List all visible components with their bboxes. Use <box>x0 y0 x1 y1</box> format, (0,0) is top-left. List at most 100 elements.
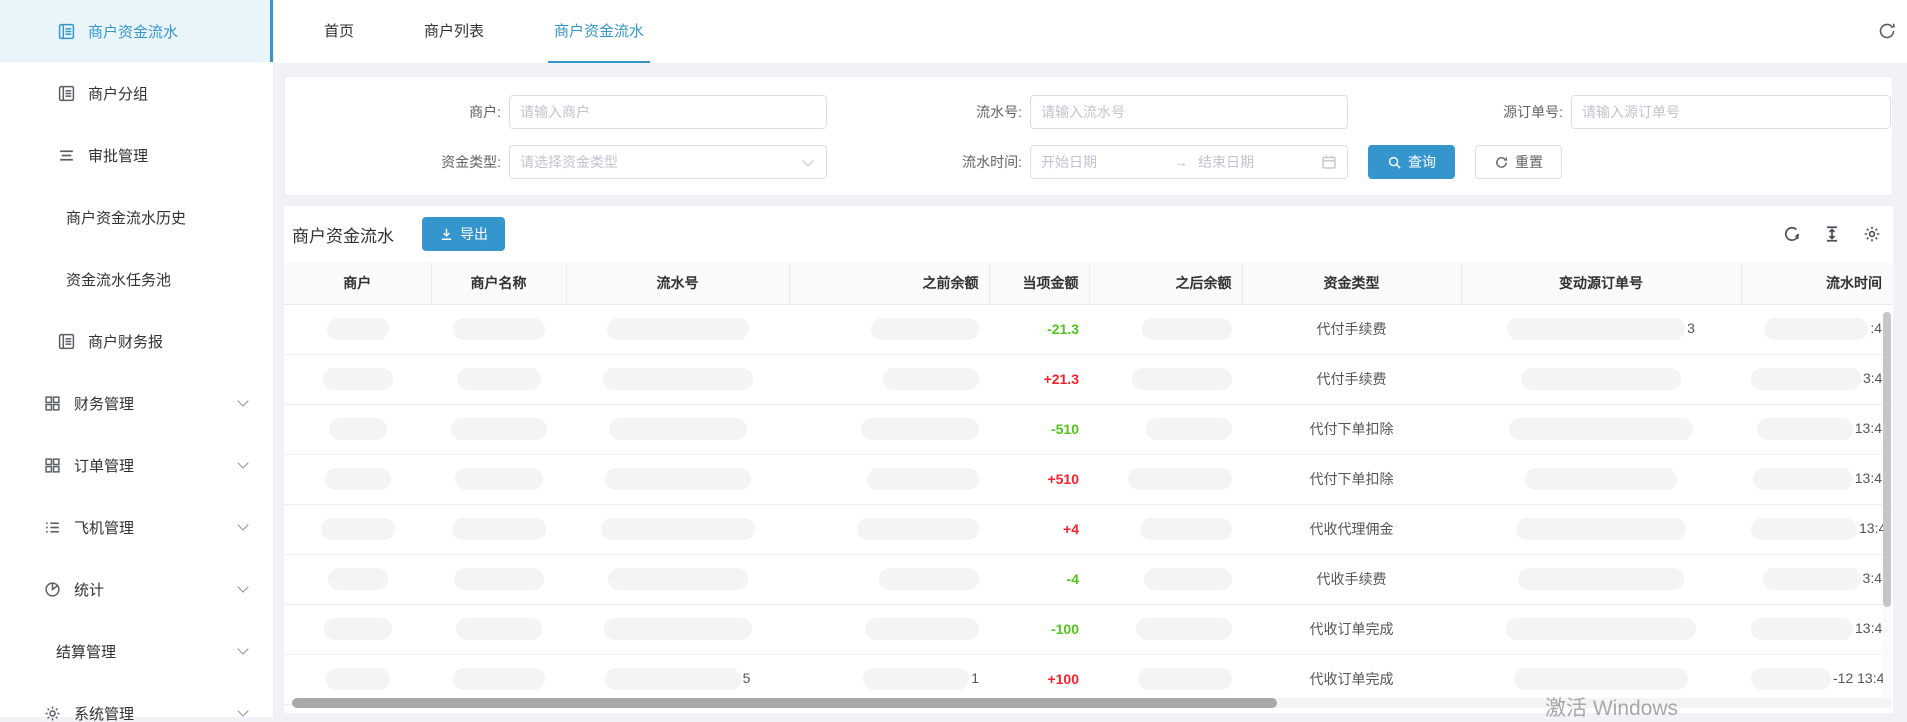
sidebar-item-label: 财务管理 <box>74 393 134 414</box>
vertical-scrollbar-thumb[interactable] <box>1883 312 1891 607</box>
table-list-icon <box>58 333 75 350</box>
redacted-merchant <box>328 568 388 590</box>
col-prev-balance: 之前余额 <box>789 262 989 304</box>
sidebar-item-label: 商户财务报 <box>88 331 163 352</box>
redacted-merchant <box>326 668 390 690</box>
sidebar-item-label: 商户资金流水历史 <box>66 207 186 228</box>
settings-gear-icon[interactable] <box>1863 225 1881 243</box>
redacted-merchant <box>329 418 387 440</box>
list-ul-icon <box>44 519 61 536</box>
pie-chart-icon <box>44 581 61 598</box>
column-height-icon[interactable] <box>1823 225 1841 243</box>
filter-source-order: 源订单号: <box>1348 95 1891 129</box>
horizontal-scrollbar-thumb[interactable] <box>292 698 1277 708</box>
redacted-source-order <box>1507 318 1685 340</box>
redacted-merchant <box>321 518 395 540</box>
search-button[interactable]: 查询 <box>1368 145 1455 179</box>
sidebar-item-plane-management[interactable]: 飞机管理 <box>0 496 273 558</box>
sidebar-item-merchant-group[interactable]: 商户分组 <box>0 62 273 124</box>
sidebar-item-fund-flow-task-pool[interactable]: 资金流水任务池 <box>0 248 273 310</box>
redacted-merchant-name <box>451 418 547 440</box>
sidebar-item-fund-flow-history[interactable]: 商户资金流水历史 <box>0 186 273 248</box>
flow-time-label: 流水时间: <box>827 152 1030 172</box>
flow-time-range-picker[interactable]: 开始日期 → 结束日期 <box>1030 145 1348 179</box>
download-icon <box>439 227 454 242</box>
table-row: 5 1 +100 代收订单完成 -12 13:4 <box>284 654 1892 704</box>
sidebar-item-merchant-fund-flow[interactable]: 商户资金流水 <box>0 0 273 62</box>
sync-refresh-icon[interactable] <box>1877 21 1897 41</box>
redacted-prev-balance <box>871 318 979 340</box>
time-fragment: 13:4 <box>1855 470 1882 486</box>
sidebar-item-statistics[interactable]: 统计 <box>0 558 273 620</box>
horizontal-scrollbar <box>292 698 1892 708</box>
prev-balance-suffix: 1 <box>971 670 979 686</box>
chevron-down-icon <box>237 395 248 406</box>
col-merchant-name: 商户名称 <box>431 262 566 304</box>
sidebar-item-label: 资金流水任务池 <box>66 269 171 290</box>
sidebar-item-merchant-finance-report[interactable]: 商户财务报 <box>0 310 273 372</box>
redacted-merchant <box>325 468 391 490</box>
fund-type: 代收订单完成 <box>1310 671 1394 687</box>
redacted-flow-no <box>605 468 751 490</box>
redacted-flow-time <box>1751 618 1853 640</box>
redacted-flow-no <box>601 518 755 540</box>
filter-flow-no: 流水号: <box>827 95 1348 129</box>
end-date-placeholder: 结束日期 <box>1198 152 1321 172</box>
table-row: -510 代付下单扣除 13:4 <box>284 404 1892 454</box>
export-button[interactable]: 导出 <box>422 217 505 251</box>
chevron-down-icon <box>237 581 248 592</box>
sidebar-item-finance-management[interactable]: 财务管理 <box>0 372 273 434</box>
redacted-flow-time <box>1763 568 1861 590</box>
tab-merchant-fund-flow[interactable]: 商户资金流水 <box>548 0 650 63</box>
redacted-merchant-name <box>454 568 544 590</box>
redacted-prev-balance <box>863 668 969 690</box>
fund-type: 代付手续费 <box>1317 321 1387 337</box>
sidebar-item-label: 商户分组 <box>88 83 148 104</box>
redacted-prev-balance <box>879 568 979 590</box>
start-date-placeholder: 开始日期 <box>1041 152 1164 172</box>
sidebar-item-order-management[interactable]: 订单管理 <box>0 434 273 496</box>
amount-value: -4 <box>1067 571 1079 587</box>
amount-value: +4 <box>1063 521 1079 537</box>
redacted-source-order <box>1514 668 1688 690</box>
redacted-after-balance <box>1146 418 1232 440</box>
table-title: 商户资金流水 <box>292 222 394 247</box>
amount-value: +510 <box>1047 471 1079 487</box>
redacted-merchant <box>327 318 389 340</box>
sidebar-item-settlement-management[interactable]: 结算管理 <box>0 620 273 682</box>
chevron-down-icon <box>237 643 248 654</box>
redacted-prev-balance <box>883 368 979 390</box>
sidebar-item-label: 系统管理 <box>74 703 134 722</box>
order-suffix: 3 <box>1687 320 1695 336</box>
tab-merchant-list[interactable]: 商户列表 <box>418 0 490 63</box>
redacted-merchant-name <box>455 468 543 490</box>
amount-value: -510 <box>1051 421 1079 437</box>
col-flow-no: 流水号 <box>566 262 789 304</box>
filter-actions: 查询 重置 <box>1368 145 1562 179</box>
col-amount: 当项金额 <box>989 262 1089 304</box>
flow-no-input[interactable] <box>1041 104 1337 120</box>
fund-type: 代收订单完成 <box>1310 621 1394 637</box>
redacted-after-balance <box>1138 668 1232 690</box>
sidebar-item-approval-management[interactable]: 审批管理 <box>0 124 273 186</box>
reset-button[interactable]: 重置 <box>1475 145 1562 179</box>
main-area: 首页 商户列表 商户资金流水 商户: 流水号: 源订单号: <box>274 0 1907 717</box>
fund-type: 代收代理佣金 <box>1310 521 1394 537</box>
fund-flow-table: 商户 商户名称 流水号 之前余额 当项金额 之后余额 资金类型 变动源订单号 流… <box>284 262 1892 705</box>
redacted-merchant-name <box>456 618 542 640</box>
fund-type-select[interactable]: 请选择资金类型 <box>509 145 827 179</box>
sidebar-item-label: 商户资金流水 <box>88 21 178 42</box>
sidebar-item-label: 订单管理 <box>74 455 134 476</box>
merchant-input[interactable] <box>520 104 816 120</box>
redacted-merchant-name <box>453 318 545 340</box>
reload-icon[interactable] <box>1783 225 1801 243</box>
table-list-icon <box>58 85 75 102</box>
sidebar-item-system-management[interactable]: 系统管理 <box>0 682 273 722</box>
filter-fund-type: 资金类型: 请选择资金类型 <box>285 145 827 179</box>
source-order-input[interactable] <box>1582 104 1880 120</box>
grid-icon <box>44 457 61 474</box>
redacted-prev-balance <box>867 468 979 490</box>
calendar-icon <box>1321 154 1337 170</box>
range-arrow-icon: → <box>1164 154 1198 170</box>
tab-home[interactable]: 首页 <box>318 0 360 63</box>
